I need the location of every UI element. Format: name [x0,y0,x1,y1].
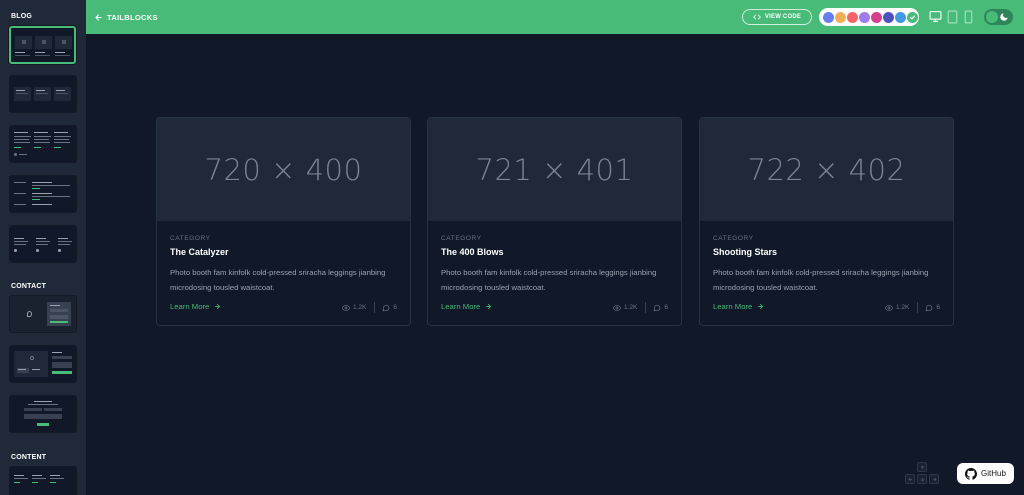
card-category: CATEGORY [713,235,754,242]
key-left-hint [905,474,915,484]
comments-stat: 6 [918,304,940,312]
views-count: 1.2K [353,304,367,311]
color-swatch[interactable] [907,11,918,23]
arrow-right-icon [932,477,937,481]
toggle-knob [986,11,998,23]
card-description: Photo booth fam kinfolk cold-pressed sri… [713,268,929,292]
comments-stat: 6 [375,304,397,312]
phone-view-icon[interactable] [964,10,973,24]
tablet-view-icon[interactable] [947,10,958,24]
sidebar-thumb-blog-b[interactable] [10,76,76,112]
top-bar: TAILBLOCKS VIEW CODE [86,0,1024,34]
learn-more-link[interactable]: Learn More [713,302,764,311]
comment-icon [383,304,390,311]
blog-card: 720 × 400 CATEGORY The Catalyzer Photo b… [156,117,411,326]
learn-more-label: Learn More [441,302,481,311]
color-palette [819,8,919,26]
code-icon [753,14,761,20]
sidebar-section-blog: BLOG [11,13,33,20]
color-swatch[interactable] [883,11,894,23]
learn-more-label: Learn More [170,302,210,311]
comments-count: 6 [393,304,397,311]
sidebar-thumb-contact-a[interactable] [10,296,76,332]
color-swatch[interactable] [823,11,834,23]
card-image-placeholder: 720 × 400 [157,118,410,221]
card-title: The 400 Blows [441,247,504,257]
card-description: Photo booth fam kinfolk cold-pressed sri… [170,268,386,292]
arrow-up-icon [920,464,924,469]
card-stats: 1.2K 6 [885,302,940,313]
sidebar-section-contact: CONTACT [11,283,47,290]
views-stat: 1.2K [885,302,919,313]
views-stat: 1.2K [613,302,647,313]
views-count: 1.2K [896,304,910,311]
comments-stat: 6 [646,304,668,312]
card-stats: 1.2K 6 [342,302,397,313]
blog-card: 722 × 402 CATEGORY Shooting Stars Photo … [699,117,954,326]
desktop-view-icon[interactable] [929,10,942,23]
arrow-down-icon [920,477,924,482]
moon-icon [1000,13,1008,21]
comments-count: 6 [936,304,940,311]
eye-icon [885,304,893,311]
views-count: 1.2K [624,304,638,311]
sidebar-thumb-content-a[interactable] [10,467,76,495]
github-label: GitHub [981,469,1006,478]
back-to-tailblocks-link[interactable]: TAILBLOCKS [94,11,158,23]
arrow-left-icon [95,13,102,21]
key-down-hint [917,474,927,484]
sidebar-thumb-contact-c[interactable] [10,396,76,432]
learn-more-link[interactable]: Learn More [441,302,492,311]
color-swatch[interactable] [859,11,870,23]
check-icon [909,14,916,20]
card-description: Photo booth fam kinfolk cold-pressed sri… [441,268,657,292]
sidebar-thumb-contact-b[interactable] [10,346,76,382]
key-up-hint [917,462,927,472]
eye-icon [342,304,350,311]
eye-icon [613,304,621,311]
color-swatch[interactable] [835,11,846,23]
comment-icon [926,304,933,311]
card-stats: 1.2K 6 [613,302,668,313]
sidebar-section-content: CONTENT [11,454,47,461]
sidebar-thumb-blog-a[interactable] [9,26,76,64]
card-title: The Catalyzer [170,247,229,257]
dark-mode-toggle[interactable] [984,9,1013,25]
view-code-label: VIEW CODE [764,14,802,20]
sidebar-thumb-blog-e[interactable] [10,226,76,262]
arrow-right-icon [758,304,764,309]
card-image-placeholder: 722 × 402 [700,118,953,221]
learn-more-link[interactable]: Learn More [170,302,221,311]
card-image-placeholder: 721 × 401 [428,118,681,221]
blog-card: 721 × 401 CATEGORY The 400 Blows Photo b… [427,117,682,326]
app-window: BLOG CONTACT CONTENT TAILBLOCKS VIEW COD… [0,0,1024,495]
key-right-hint [929,474,939,484]
card-title: Shooting Stars [713,247,778,257]
comments-count: 6 [664,304,668,311]
color-swatch[interactable] [895,11,906,23]
views-stat: 1.2K [342,302,376,313]
sidebar: BLOG CONTACT CONTENT [0,0,86,495]
comment-icon [654,304,661,311]
sidebar-thumb-blog-c[interactable] [10,126,76,162]
card-category: CATEGORY [441,235,482,242]
arrow-right-icon [486,304,492,309]
card-category: CATEGORY [170,235,211,242]
arrow-left-icon [907,477,912,481]
github-button[interactable]: GitHub [957,463,1014,484]
sidebar-thumb-blog-d[interactable] [10,176,76,212]
back-label: TAILBLOCKS [107,12,158,22]
github-icon [965,467,978,480]
view-code-button[interactable]: VIEW CODE [742,9,812,25]
color-swatch[interactable] [871,11,882,23]
color-swatch[interactable] [847,11,858,23]
learn-more-label: Learn More [713,302,753,311]
arrow-right-icon [215,304,221,309]
